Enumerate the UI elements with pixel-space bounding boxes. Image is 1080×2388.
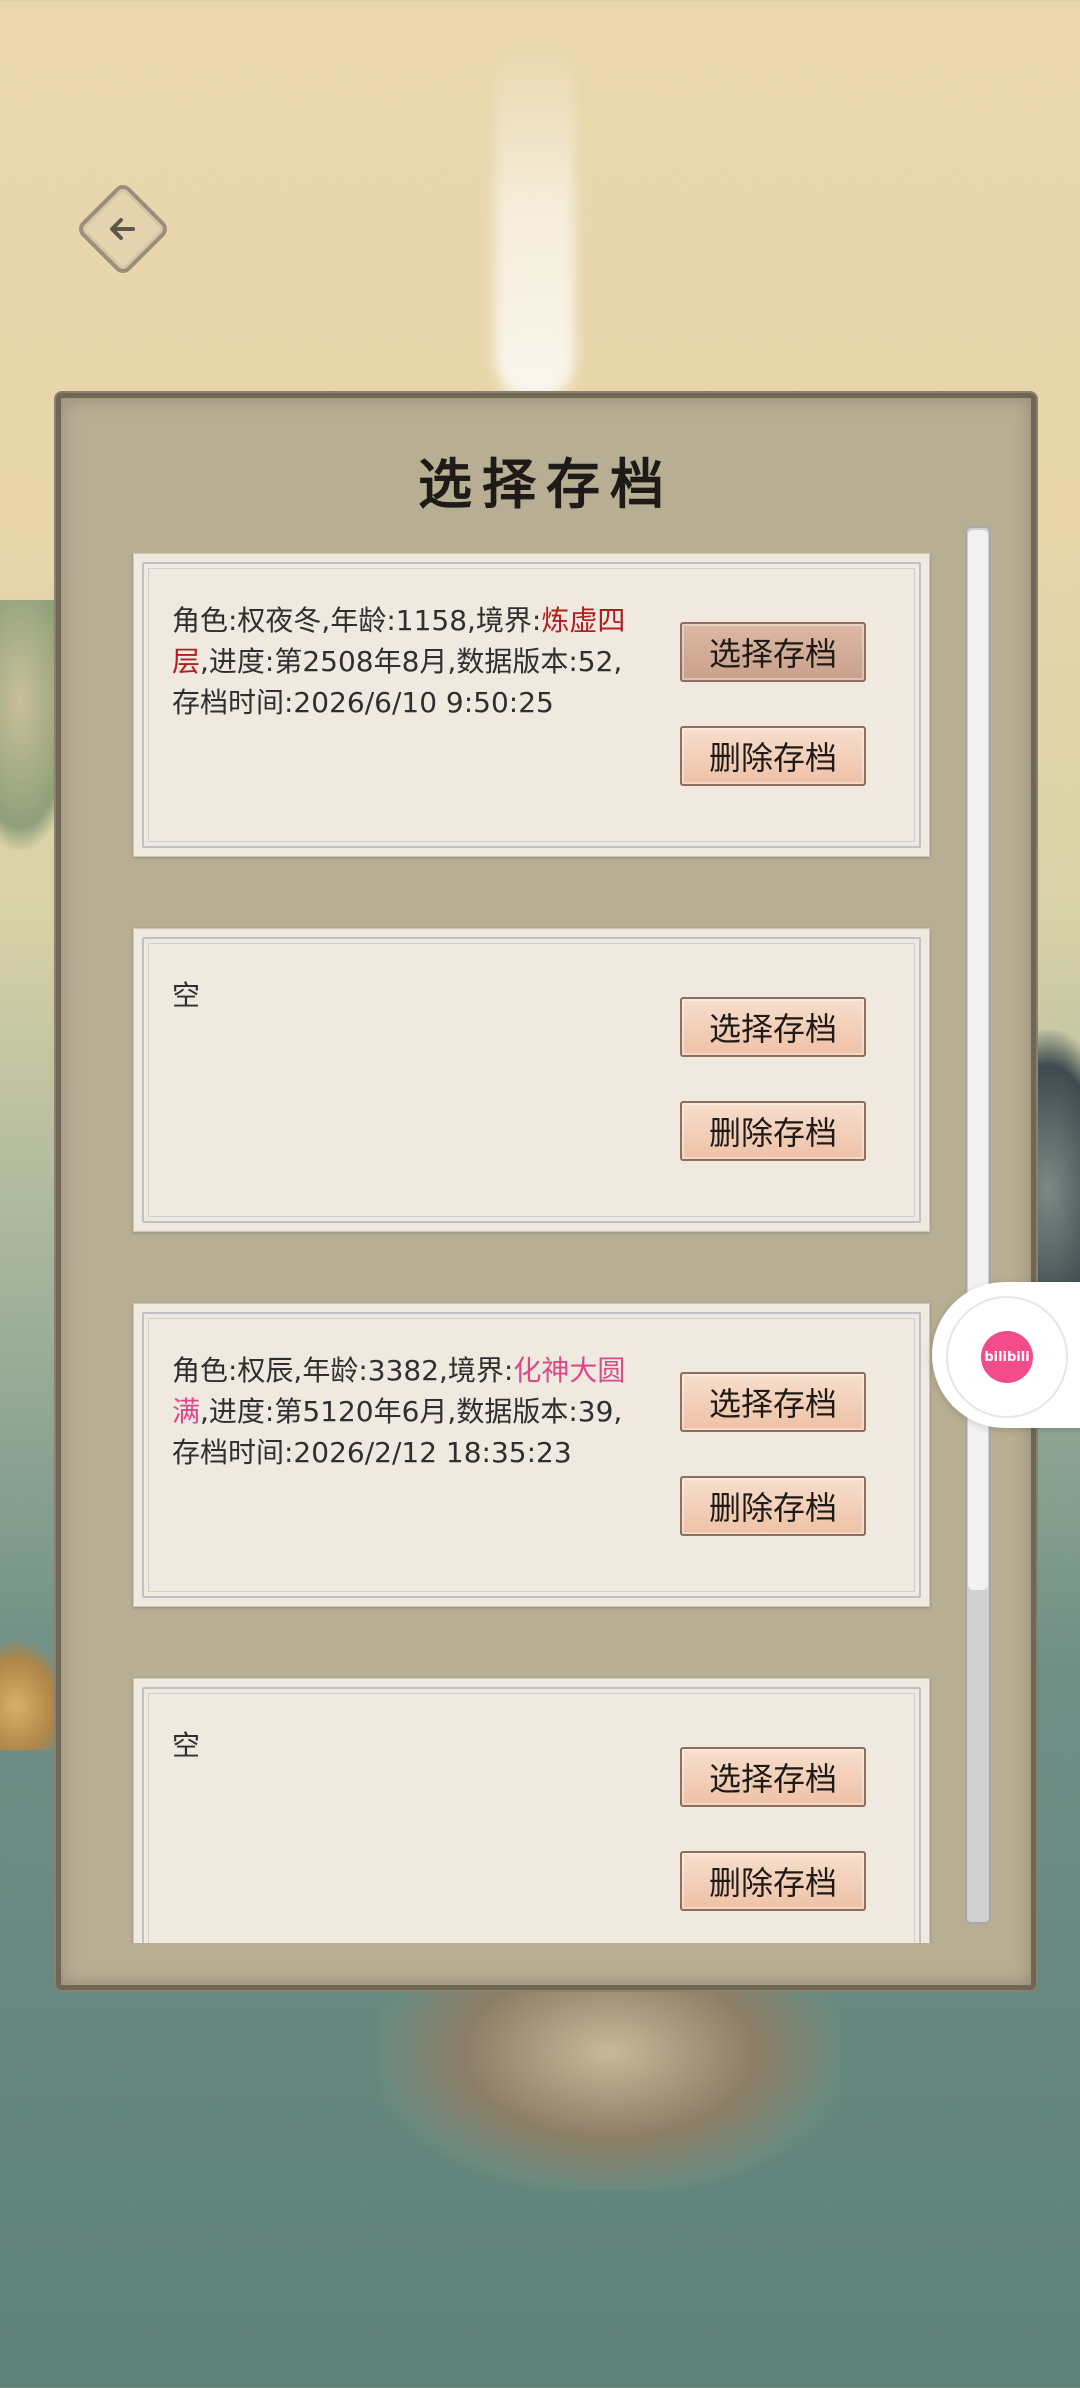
save-slot-1: 角色:权夜冬,年龄:1158,境界:炼虚四层,进度:第2508年8月,数据版本:… bbox=[133, 553, 930, 857]
slot-info: 空 bbox=[172, 1725, 632, 1766]
select-save-button[interactable]: 选择存档 bbox=[680, 622, 866, 682]
select-save-button[interactable]: 选择存档 bbox=[680, 1747, 866, 1807]
slot-info-suffix: ,进度:第5120年6月,数据版本:39,存档时间:2026/2/12 18:3… bbox=[172, 1395, 623, 1469]
bilibili-icon: bilibili bbox=[981, 1331, 1033, 1383]
smoke-decoration bbox=[495, 40, 575, 400]
back-button[interactable] bbox=[74, 180, 172, 278]
slot-info-prefix: 空 bbox=[172, 1729, 201, 1762]
slot-info-suffix: ,进度:第2508年8月,数据版本:52,存档时间:2026/6/10 9:50… bbox=[172, 645, 623, 719]
select-save-button[interactable]: 选择存档 bbox=[680, 1372, 866, 1432]
save-slot-2: 空 选择存档 删除存档 bbox=[133, 928, 930, 1232]
delete-save-button[interactable]: 删除存档 bbox=[680, 1476, 866, 1536]
floating-assistant-button[interactable]: bilibili bbox=[932, 1282, 1080, 1428]
slot-info-prefix: 角色:权辰,年龄:3382,境界: bbox=[172, 1354, 514, 1387]
scrollbar[interactable] bbox=[965, 526, 991, 1924]
floating-button-circle: bilibili bbox=[946, 1296, 1068, 1418]
slot-info-prefix: 空 bbox=[172, 979, 201, 1012]
rock-island-decoration bbox=[380, 1960, 840, 2190]
save-slot-list[interactable]: 角色:权夜冬,年龄:1158,境界:炼虚四层,进度:第2508年8月,数据版本:… bbox=[131, 553, 991, 1943]
slot-info: 角色:权辰,年龄:3382,境界:化神大圆满,进度:第5120年6月,数据版本:… bbox=[172, 1350, 632, 1473]
panel-title: 选择存档 bbox=[418, 452, 674, 516]
slot-info: 空 bbox=[172, 975, 632, 1016]
slot-info-prefix: 角色:权夜冬,年龄:1158,境界: bbox=[172, 604, 542, 637]
scrollbar-thumb[interactable] bbox=[968, 530, 988, 1590]
slot-info: 角色:权夜冬,年龄:1158,境界:炼虚四层,进度:第2508年8月,数据版本:… bbox=[172, 600, 632, 723]
select-save-button[interactable]: 选择存档 bbox=[680, 997, 866, 1057]
save-select-panel: 选择存档 角色:权夜冬,年龄:1158,境界:炼虚四层,进度:第2508年8月,… bbox=[56, 393, 1036, 1990]
delete-save-button[interactable]: 删除存档 bbox=[680, 1851, 866, 1911]
delete-save-button[interactable]: 删除存档 bbox=[680, 1101, 866, 1161]
delete-save-button[interactable]: 删除存档 bbox=[680, 726, 866, 786]
save-slot-4: 空 选择存档 删除存档 bbox=[133, 1678, 930, 1943]
arrow-left-icon bbox=[110, 218, 135, 240]
save-slot-3: 角色:权辰,年龄:3382,境界:化神大圆满,进度:第5120年6月,数据版本:… bbox=[133, 1303, 930, 1607]
